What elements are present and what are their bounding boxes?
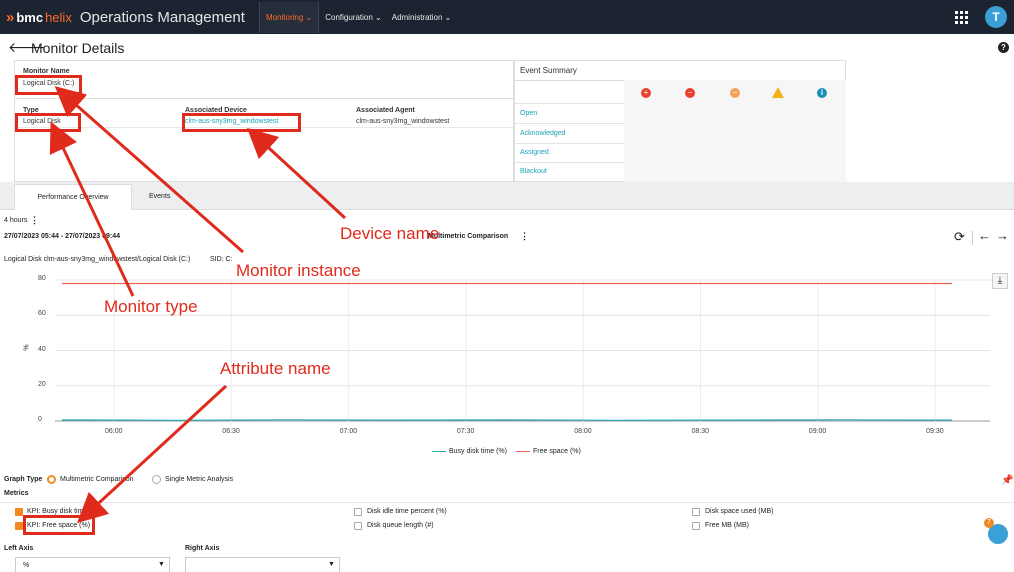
arrow-monitor-instance (54, 86, 244, 254)
annotation-attribute-name: Attribute name (220, 359, 331, 378)
annotation-monitor-instance: Monitor instance (236, 261, 361, 280)
arrow-monitor-type (49, 121, 135, 297)
arrow-device (246, 127, 347, 220)
annotation-monitor-type: Monitor type (104, 297, 198, 316)
annotation-arrows (49, 86, 347, 524)
arrow-attribute (76, 384, 228, 524)
annotation-device-name: Device name (340, 224, 440, 243)
